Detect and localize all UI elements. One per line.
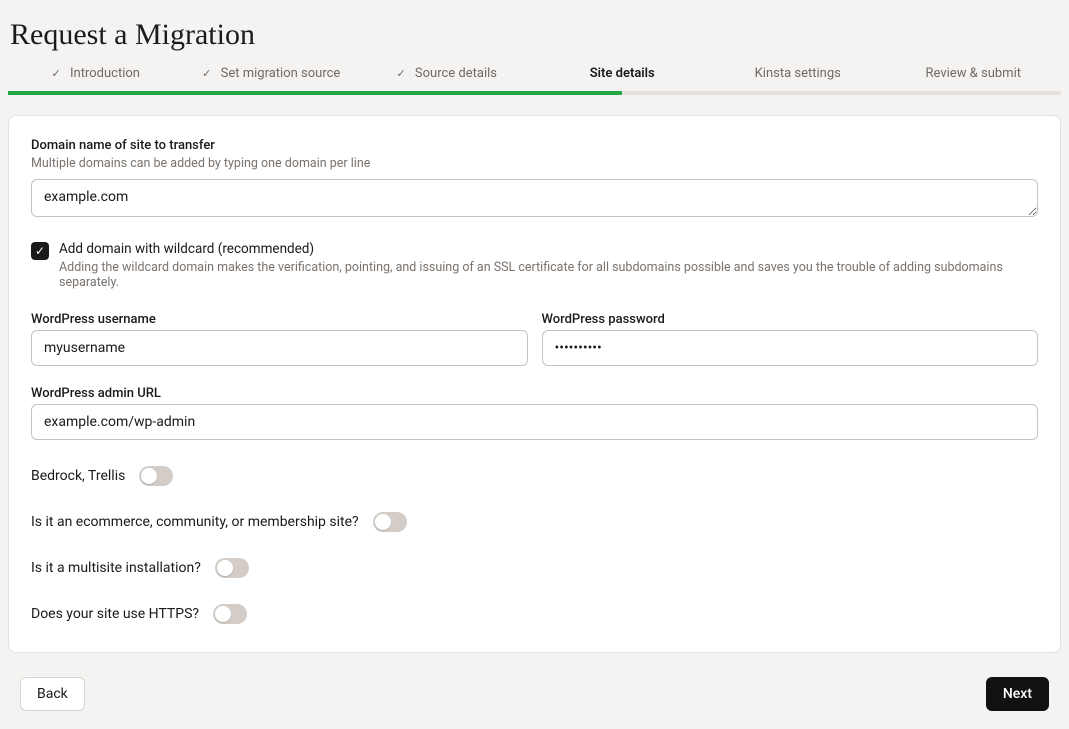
step-source-details[interactable]: ✓ Source details [359,66,535,91]
multisite-toggle[interactable] [215,558,249,578]
wp-username-input[interactable] [31,330,528,366]
ecommerce-toggle[interactable] [373,512,407,532]
https-toggle-label: Does your site use HTTPS? [31,606,199,622]
stepper: ✓ Introduction ✓ Set migration source ✓ … [8,66,1061,91]
check-icon: ✓ [52,67,61,80]
step-label: Review & submit [926,66,1021,81]
step-label: Set migration source [221,66,341,81]
domain-sublabel: Multiple domains can be added by typing … [31,156,1038,171]
step-label: Site details [590,66,655,81]
back-button[interactable]: Back [20,677,85,711]
step-site-details[interactable]: Site details [535,66,711,91]
wp-password-label: WordPress password [542,312,1039,327]
check-icon: ✓ [396,67,405,80]
step-label: Kinsta settings [755,66,841,81]
ecommerce-toggle-label: Is it an ecommerce, community, or member… [31,514,359,530]
wp-password-input[interactable] [542,330,1039,366]
check-icon: ✓ [202,67,211,80]
next-button[interactable]: Next [986,677,1049,711]
step-review-submit[interactable]: Review & submit [886,66,1062,91]
step-introduction[interactable]: ✓ Introduction [8,66,184,91]
step-label: Source details [415,66,497,81]
step-set-migration-source[interactable]: ✓ Set migration source [184,66,360,91]
page-title: Request a Migration [10,18,1069,52]
step-kinsta-settings[interactable]: Kinsta settings [710,66,886,91]
wp-admin-url-label: WordPress admin URL [31,386,1038,401]
stepper-progress [8,91,1061,95]
check-icon: ✓ [35,244,45,258]
site-details-card: Domain name of site to transfer Multiple… [8,115,1061,653]
wildcard-checkbox-row: ✓ Add domain with wildcard (recommended)… [31,241,1038,290]
wp-admin-url-input[interactable] [31,404,1038,440]
wildcard-help: Adding the wildcard domain makes the ver… [59,260,1038,290]
bedrock-toggle-label: Bedrock, Trellis [31,468,125,484]
bedrock-toggle[interactable] [139,466,173,486]
wildcard-label: Add domain with wildcard (recommended) [59,241,1038,257]
footer: Back Next [8,677,1061,711]
https-toggle[interactable] [213,604,247,624]
domain-input[interactable]: example.com [31,179,1038,217]
step-label: Introduction [70,66,140,81]
domain-label: Domain name of site to transfer [31,138,1038,153]
wp-username-label: WordPress username [31,312,528,327]
multisite-toggle-label: Is it a multisite installation? [31,560,201,576]
wildcard-checkbox[interactable]: ✓ [31,242,49,260]
